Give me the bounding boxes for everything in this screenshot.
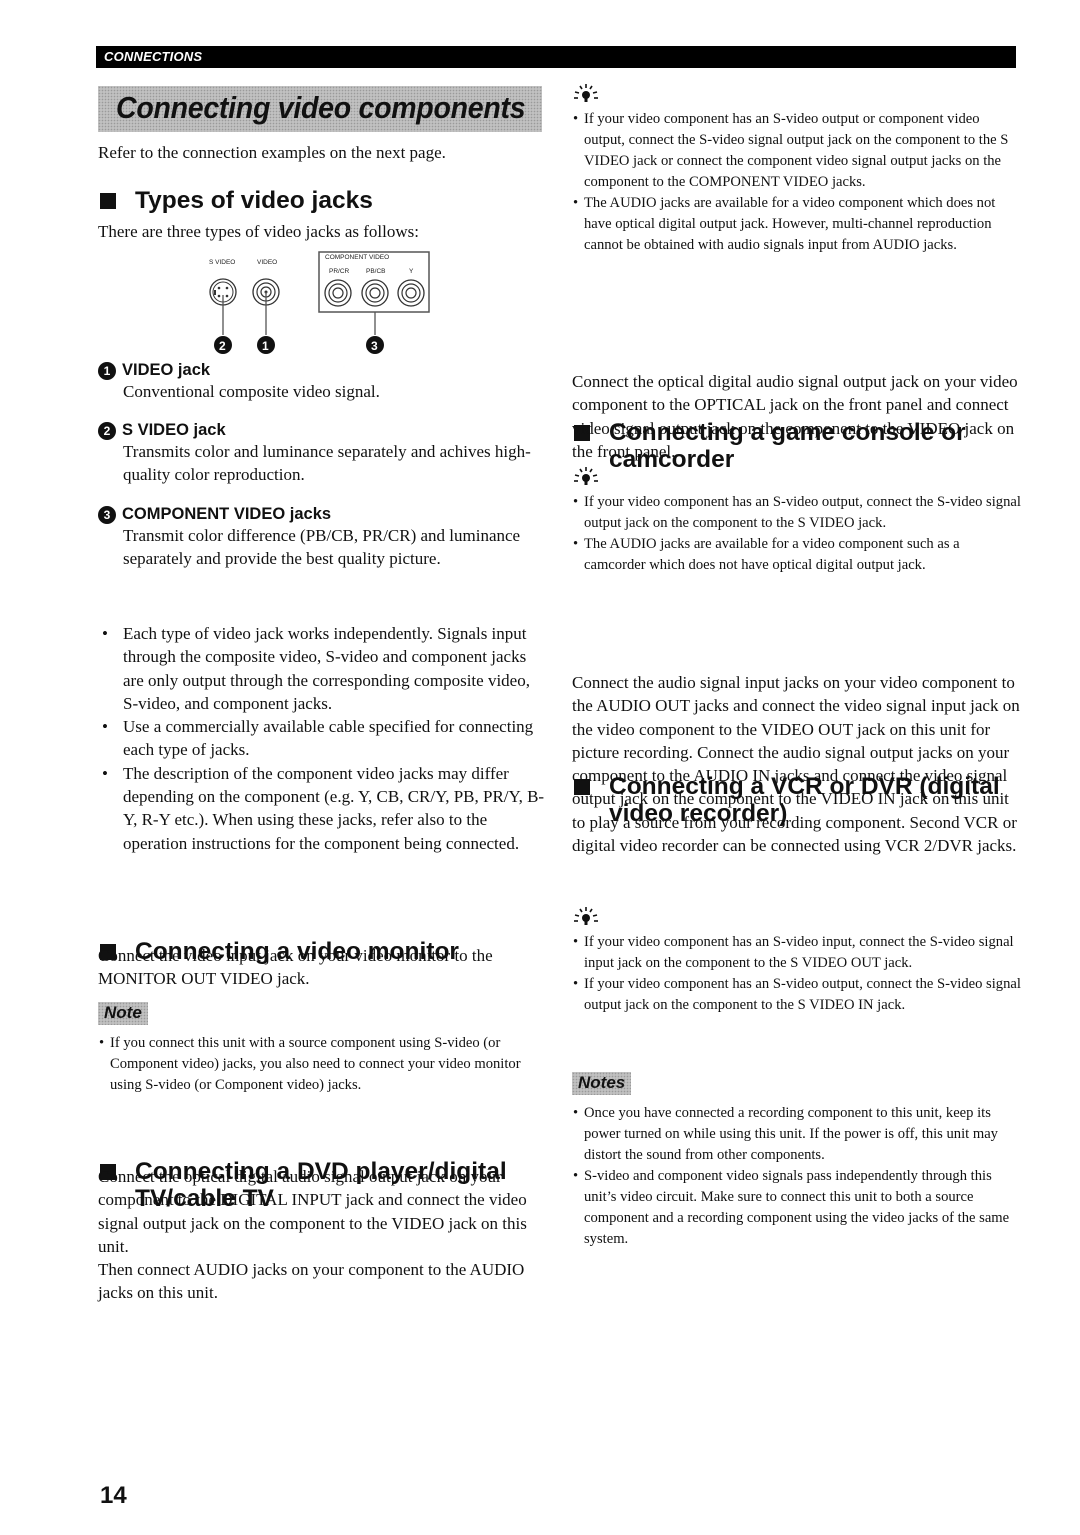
jack-description: Transmits color and luminance separately… [123,442,531,485]
tip-lightbulb-icon [574,907,598,925]
list-item: Use a commercially available cable speci… [98,715,548,762]
note-item: Once you have connected a recording comp… [572,1103,1022,1166]
tip-item: If your video component has an S-video o… [572,974,1022,1016]
note-item: If you connect this unit with a source c… [98,1033,548,1096]
page-title-banner: Connecting video components [98,86,542,132]
monitor-body: Connect the video input jack on your vid… [98,946,493,989]
jack-description: Transmit color difference (PB/CB, PR/CR)… [123,526,521,569]
types-intro: There are three types of video jacks as … [98,222,419,241]
jack-description: Conventional composite video signal. [123,382,380,401]
jack-item-video: 1 VIDEO jack Conventional composite video… [98,361,548,403]
vcr-body: Connect the audio signal input jacks on … [572,673,1020,856]
page-number: 14 [100,1482,127,1509]
game-tips: If your video component has an S-video o… [572,466,1022,576]
pr-cr-label: PR/CR [329,268,350,275]
section-label: CONNECTIONS [104,49,203,64]
types-bullet-list: Each type of video jack works independen… [98,622,548,855]
vcr-notes: Notes Once you have connected a recordin… [572,1072,1022,1250]
dvd-body: Connect the optical digital audio signal… [98,1165,548,1305]
note-label: Note [98,1002,148,1025]
number-badge: 2 [98,421,116,440]
component-video-label: COMPONENT VIDEO [325,254,390,261]
tip-item: If your video component has an S-video o… [572,492,1022,534]
note-item: S-video and component video signals pass… [572,1166,1022,1250]
tip-lightbulb-icon [574,467,598,485]
tip-item: The AUDIO jacks are available for a vide… [572,193,1022,256]
component-pb-jack-graphic [361,279,389,307]
heading-square-icon [100,193,116,209]
svideo-label: S VIDEO [209,259,236,266]
component-pr-jack-graphic [324,279,352,307]
pb-cb-label: PB/CB [366,268,386,275]
component-y-jack-graphic [397,279,425,307]
callout-1: 1 [262,339,269,353]
jack-item-svideo: 2 S VIDEO jack Transmits color and lumina… [98,421,548,487]
list-item: The description of the component video j… [98,762,548,855]
component-video-panel [318,251,430,313]
dvd-body-paragraph-2: Then connect AUDIO jacks on your compone… [98,1260,525,1303]
y-label: Y [409,268,414,275]
tip-item: The AUDIO jacks are available for a vide… [572,534,1022,576]
callout-3: 3 [371,339,378,353]
video-jacks-diagram: S VIDEO VIDEO COMPONENT VIDEO PR/CR PB/C… [195,245,445,360]
jack-title: S VIDEO jack [122,421,226,439]
dvd-body-paragraph-1: Connect the optical digital audio signal… [98,1167,527,1256]
dvd-tips: If your video component has an S-video o… [572,83,1022,256]
tip-item: If your video component has an S-video o… [572,109,1022,193]
jack-title: COMPONENT VIDEO jacks [122,505,332,523]
notes-label: Notes [572,1072,631,1095]
number-badge: 3 [98,505,116,524]
heading-types-of-video-jacks: Types of video jacks [98,187,548,214]
tip-lightbulb-icon [574,84,598,102]
list-item: Each type of video jack works independen… [98,622,548,715]
page-title: Connecting video components [116,90,526,125]
monitor-note: Note If you connect this unit with a sou… [98,1002,548,1096]
number-badge: 1 [98,361,116,380]
jack-title: VIDEO jack [122,361,211,379]
intro-text: Refer to the connection examples on the … [98,143,446,162]
section-header-bar: CONNECTIONS [96,46,1016,68]
game-body: Connect the optical digital audio signal… [572,372,1018,461]
tip-item: If your video component has an S-video i… [572,932,1022,974]
jack-item-component: 3 COMPONENT VIDEO jacks Transmit color di… [98,505,548,571]
vcr-tips: If your video component has an S-video i… [572,906,1022,1016]
video-label: VIDEO [257,259,278,266]
callout-2: 2 [219,339,226,353]
